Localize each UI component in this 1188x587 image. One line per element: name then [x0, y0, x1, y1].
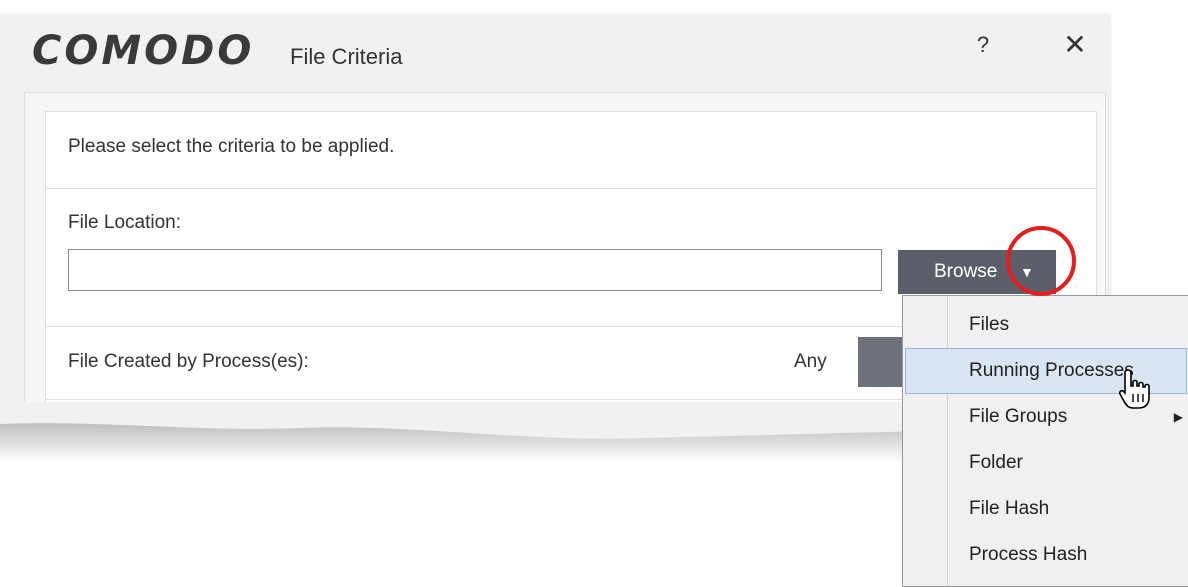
menu-item-folder[interactable]: Folder [905, 440, 1187, 486]
instruction-text: Please select the criteria to be applied… [68, 136, 395, 157]
process-label: File Created by Process(es): [68, 351, 309, 372]
title-bar: COMODO File Criteria ? ✕ [0, 14, 1110, 94]
browse-button-label: Browse [934, 261, 998, 282]
menu-item-files[interactable]: Files [905, 302, 1187, 348]
comodo-logo: COMODO [32, 28, 255, 74]
instruction-row: Please select the criteria to be applied… [46, 112, 1096, 189]
file-location-input[interactable] [68, 249, 882, 291]
menu-item-process-hash[interactable]: Process Hash [905, 532, 1187, 578]
hand-cursor-icon [1118, 369, 1150, 409]
menu-item-file-groups-label: File Groups [969, 406, 1068, 427]
annotation-circle [1006, 226, 1076, 296]
close-button[interactable]: ✕ [1060, 30, 1090, 60]
file-location-label: File Location: [68, 212, 182, 233]
menu-item-file-hash[interactable]: File Hash [905, 486, 1187, 532]
browse-dropdown-menu: Files Running Processes File Groups ▶ Fo… [902, 295, 1188, 587]
dialog-title: File Criteria [290, 44, 403, 69]
help-button[interactable]: ? [968, 30, 998, 60]
process-value: Any [794, 351, 827, 372]
chevron-right-icon: ▶ [1173, 410, 1183, 424]
